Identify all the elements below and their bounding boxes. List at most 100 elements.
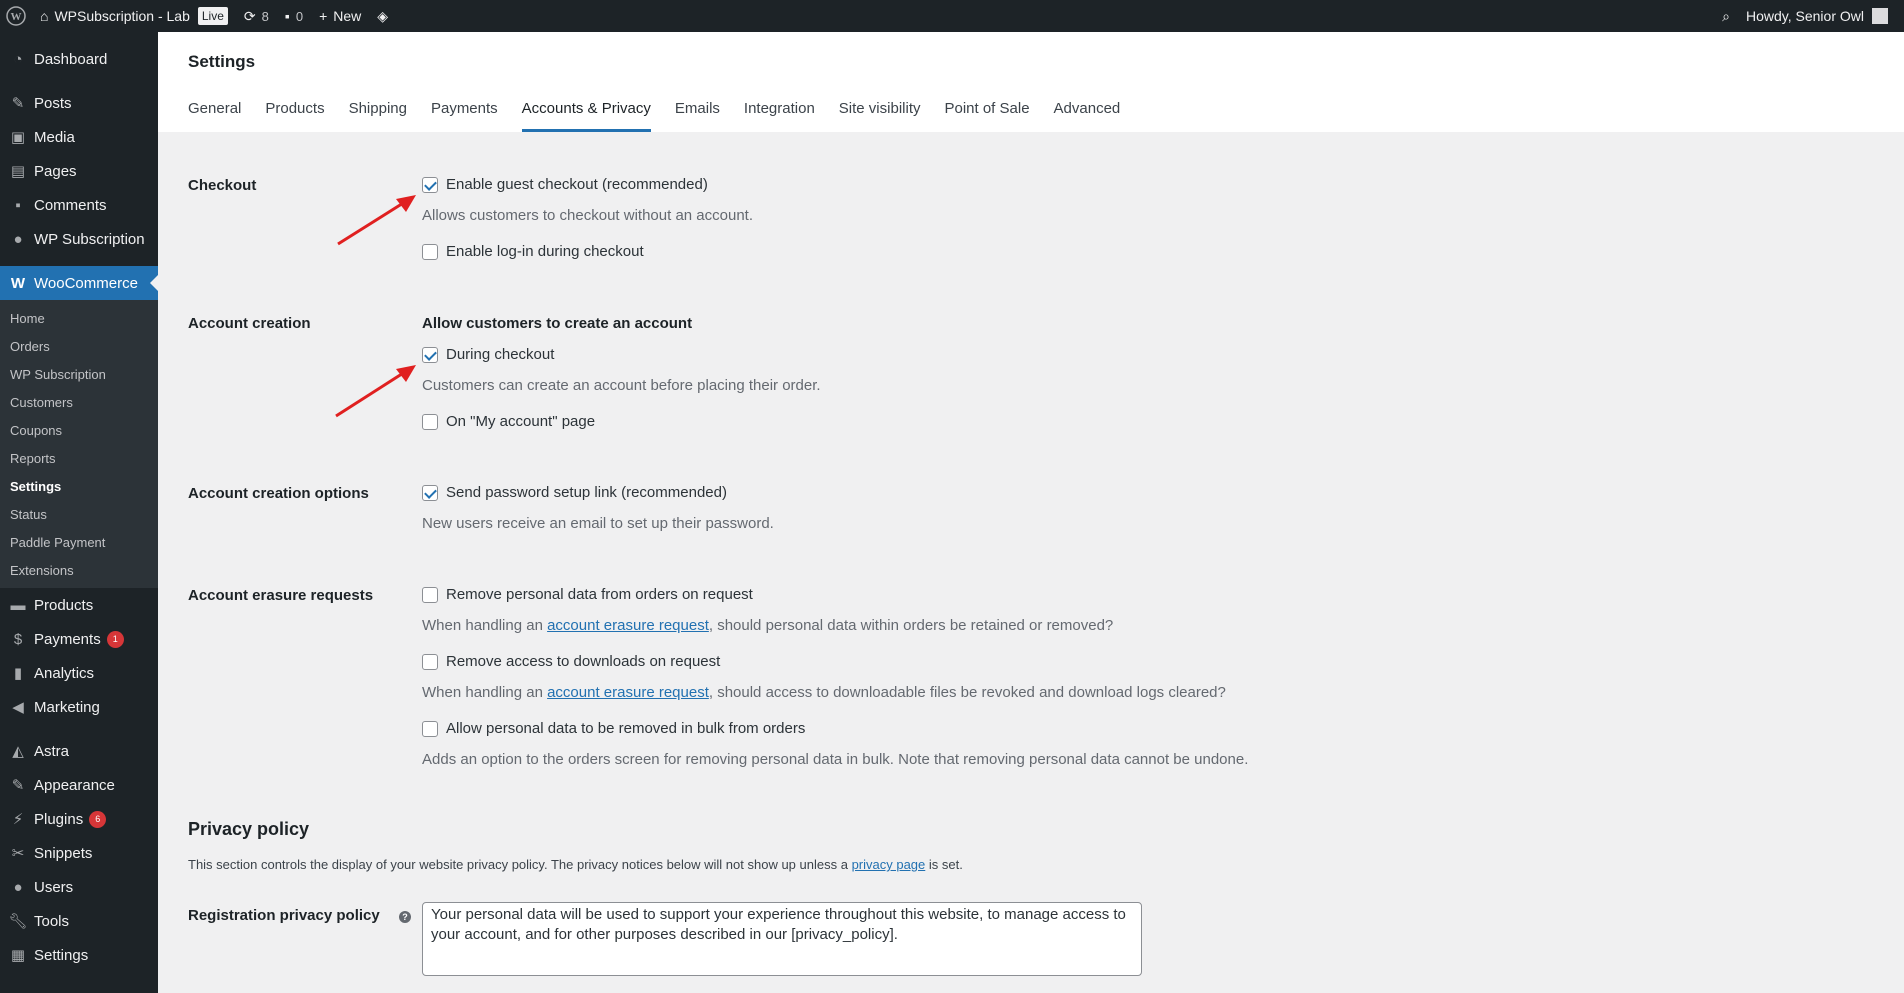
tab-accounts-privacy[interactable]: Accounts & Privacy	[521, 100, 651, 132]
privacy-policy-description: This section controls the display of you…	[188, 857, 963, 872]
login-checkout-checkbox[interactable]	[422, 243, 438, 260]
bulk-removal-option: Allow personal data to be removed in bul…	[422, 720, 805, 737]
during-checkout-checkbox[interactable]	[422, 346, 438, 363]
registration-privacy-label: Registration privacy policy	[188, 907, 380, 924]
erasure-request-link[interactable]: account erasure request	[547, 617, 709, 634]
diamond-icon[interactable]: ◈	[369, 0, 396, 32]
bulk-removal-checkbox[interactable]	[422, 720, 438, 737]
site-name: WPSubscription - Lab	[54, 8, 190, 24]
sidebar-item-marketing[interactable]: ◀ Marketing	[0, 690, 158, 724]
sidebar-item-payments[interactable]: $ Payments 1	[0, 622, 158, 656]
tab-payments[interactable]: Payments	[431, 100, 498, 132]
send-password-option: Send password setup link (recommended)	[422, 484, 727, 501]
payments-icon: $	[13, 630, 23, 648]
sidebar-item-analytics[interactable]: ▮ Analytics	[0, 656, 158, 690]
guest-checkout-description: Allows customers to checkout without an …	[422, 207, 753, 224]
submenu-orders[interactable]: Orders	[0, 332, 158, 360]
bulk-removal-description: Adds an option to the orders screen for …	[422, 751, 1249, 768]
submenu-settings[interactable]: Settings	[0, 472, 158, 500]
comment-bubble-icon: ▪	[284, 8, 290, 24]
help-icon[interactable]: ?	[399, 911, 411, 923]
submenu-paddle-payment[interactable]: Paddle Payment	[0, 528, 158, 556]
sidebar-item-tools[interactable]: 🔧︎ Tools	[0, 904, 158, 938]
tab-emails[interactable]: Emails	[675, 100, 720, 132]
sidebar-item-woocommerce[interactable]: W WooCommerce	[0, 266, 158, 300]
submenu-reports[interactable]: Reports	[0, 444, 158, 472]
plugins-icon: ⚡	[12, 811, 24, 828]
guest-checkout-checkbox[interactable]	[422, 176, 438, 193]
privacy-page-link[interactable]: privacy page	[852, 857, 926, 872]
tab-site-visibility[interactable]: Site visibility	[839, 100, 921, 132]
sidebar-item-comments[interactable]: ▪ Comments	[0, 188, 158, 222]
during-checkout-label: During checkout	[446, 346, 555, 363]
tab-shipping[interactable]: Shipping	[349, 100, 407, 132]
submenu-status[interactable]: Status	[0, 500, 158, 528]
marketing-icon: ◀	[12, 699, 24, 716]
howdy-text: Howdy, Senior Owl	[1745, 8, 1864, 24]
sidebar-item-plugins[interactable]: ⚡ Plugins 6	[0, 802, 158, 836]
sidebar-item-label: Posts	[34, 94, 72, 112]
woo-icon: W	[10, 274, 26, 292]
tab-integration[interactable]: Integration	[744, 100, 815, 132]
desc-text: This section controls the display of you…	[188, 857, 852, 872]
sidebar-item-products[interactable]: ▬ Products	[0, 588, 158, 622]
sidebar-item-appearance[interactable]: ✎ Appearance	[0, 768, 158, 802]
tab-general[interactable]: General	[188, 100, 241, 132]
remove-downloads-checkbox[interactable]	[422, 653, 438, 670]
tab-advanced[interactable]: Advanced	[1054, 100, 1121, 132]
submenu-customers[interactable]: Customers	[0, 388, 158, 416]
desc-text: , should personal data within orders be …	[708, 617, 1114, 634]
remove-downloads-label: Remove access to downloads on request	[446, 653, 721, 670]
annotation-arrow-during-checkout	[335, 365, 416, 418]
users-icon: ●	[13, 878, 23, 896]
avatar	[1872, 8, 1888, 24]
sidebar-item-media[interactable]: ▣ Media	[0, 120, 158, 154]
sidebar-item-settings[interactable]: ▦ Settings	[0, 938, 158, 972]
new-content-link[interactable]: + New	[311, 0, 369, 32]
sidebar-item-label: Plugins	[34, 810, 84, 828]
registration-privacy-textarea[interactable]: Your personal data will be used to suppo…	[422, 902, 1142, 976]
updates-link[interactable]: ⟳ 8	[236, 0, 277, 32]
remove-orders-checkbox[interactable]	[422, 586, 438, 603]
search-icon[interactable]: ⌕	[1714, 0, 1738, 32]
erasure-request-link[interactable]: account erasure request	[547, 684, 709, 701]
plugins-badge: 6	[89, 810, 107, 828]
sidebar-item-pages[interactable]: ▤ Pages	[0, 154, 158, 188]
remove-orders-label: Remove personal data from orders on requ…	[446, 586, 753, 603]
settings-header: Settings General Products Shipping Payme…	[158, 32, 1904, 132]
pages-icon: ▤	[10, 163, 26, 180]
woocommerce-submenu: Home Orders WP Subscription Customers Co…	[0, 300, 158, 588]
remove-downloads-option: Remove access to downloads on request	[422, 653, 720, 670]
sidebar-item-label: WP Subscription	[34, 230, 145, 248]
settings-form: Checkout Enable guest checkout (recommen…	[158, 132, 1904, 993]
submenu-wp-subscription[interactable]: WP Subscription	[0, 360, 158, 388]
sidebar-item-label: Pages	[34, 162, 77, 180]
send-password-description: New users receive an email to set up the…	[422, 515, 774, 532]
annotation-arrow-guest-checkout	[337, 195, 416, 246]
sidebar-item-snippets[interactable]: ✂ Snippets	[0, 836, 158, 870]
payments-badge: 1	[106, 630, 124, 648]
desc-text: When handling an	[422, 617, 548, 634]
my-account-link[interactable]: Howdy, Senior Owl	[1738, 0, 1896, 32]
sidebar-item-users[interactable]: ● Users	[0, 870, 158, 904]
my-account-label: On "My account" page	[446, 413, 596, 430]
sidebar-item-wp-subscription[interactable]: ● WP Subscription	[0, 222, 158, 256]
checkout-label: Checkout	[188, 177, 257, 194]
comments-link[interactable]: ▪ 0	[277, 0, 311, 32]
wordpress-logo-icon[interactable]: W	[0, 0, 32, 32]
tab-products[interactable]: Products	[265, 100, 324, 132]
sidebar-item-astra[interactable]: ◭ Astra	[0, 734, 158, 768]
site-name-link[interactable]: ⌂ WPSubscription - Lab Live	[32, 0, 236, 32]
tools-icon: 🔧︎	[8, 913, 28, 930]
submenu-coupons[interactable]: Coupons	[0, 416, 158, 444]
remove-downloads-description: When handling an account erasure request…	[422, 684, 1226, 701]
tab-point-of-sale[interactable]: Point of Sale	[944, 100, 1029, 132]
submenu-extensions[interactable]: Extensions	[0, 556, 158, 584]
sidebar-item-posts[interactable]: ✎ Posts	[0, 86, 158, 120]
my-account-checkbox[interactable]	[422, 413, 438, 430]
send-password-checkbox[interactable]	[422, 484, 438, 501]
submenu-home[interactable]: Home	[0, 304, 158, 332]
account-options-label: Account creation options	[188, 485, 369, 502]
sidebar-item-dashboard[interactable]: ◔ Dashboard	[0, 42, 158, 76]
new-label: New	[333, 8, 362, 24]
